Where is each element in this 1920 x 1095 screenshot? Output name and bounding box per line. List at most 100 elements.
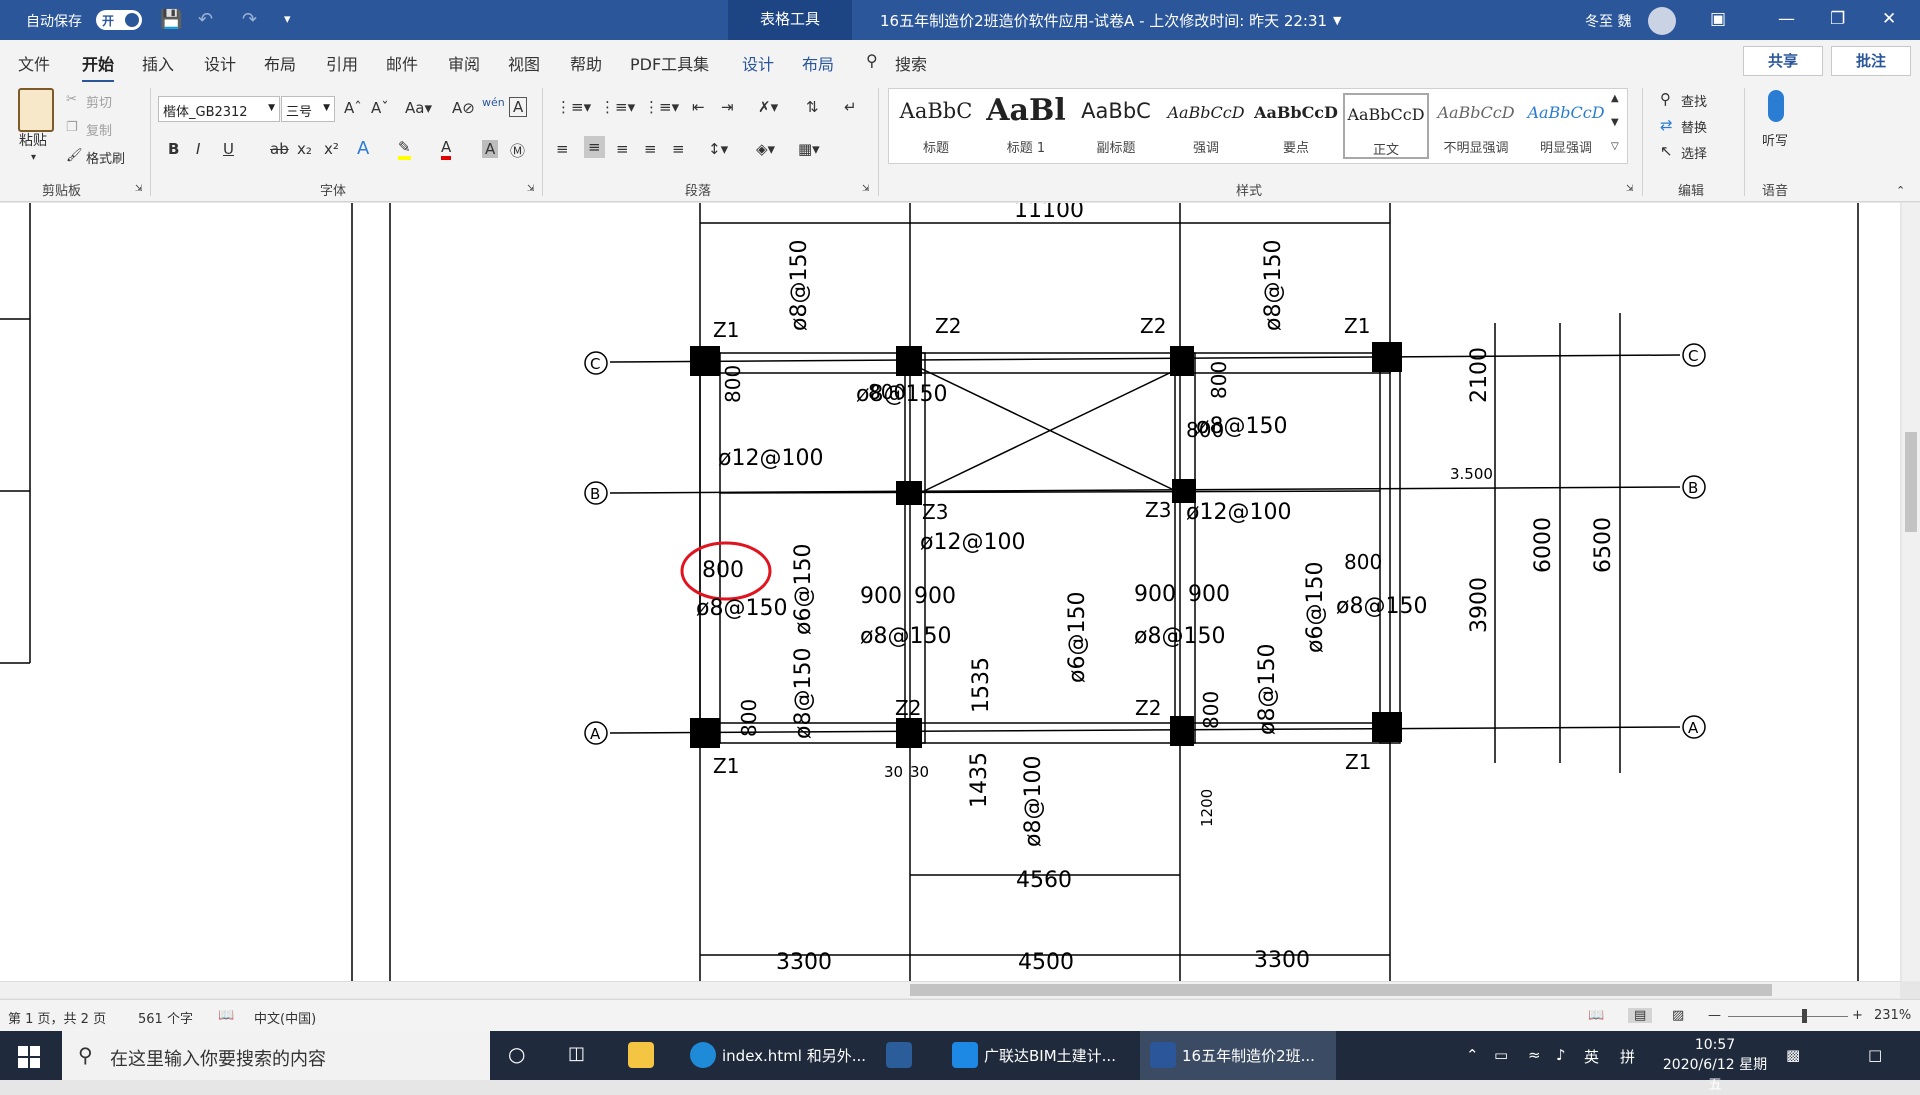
decrease-indent-icon[interactable]: ⇤ <box>692 98 705 116</box>
taskbar-app-edge[interactable]: index.html 和另外... <box>680 1031 870 1080</box>
dictate-button[interactable]: 听写 <box>1762 130 1788 149</box>
web-layout-icon[interactable]: ▨ <box>1672 1008 1684 1023</box>
style-intense-emphasis[interactable]: AaBbCcD 明显强调 <box>1523 93 1609 159</box>
taskbar-app-word[interactable]: 16五年制造价2班... <box>1140 1031 1336 1080</box>
strikethrough-icon[interactable]: ab <box>270 140 289 158</box>
zoom-slider-thumb[interactable] <box>1802 1009 1807 1023</box>
font-name-select[interactable]: 楷体_GB2312 ▼ <box>158 96 280 122</box>
customize-qat-icon[interactable]: ▾ <box>284 12 291 27</box>
copy-button[interactable]: 复制 <box>86 120 112 139</box>
tab-help[interactable]: 帮助 <box>570 51 602 75</box>
underline-icon[interactable]: U <box>223 140 234 158</box>
align-center-icon[interactable]: ≡ <box>584 136 605 158</box>
vertical-scrollbar[interactable] <box>1902 203 1920 981</box>
zoom-slider[interactable] <box>1728 1016 1848 1017</box>
line-spacing-icon[interactable]: ↕▾ <box>708 140 728 158</box>
format-painter-button[interactable]: 格式刷 <box>86 148 125 167</box>
proofing-icon[interactable]: 📖 <box>218 1008 234 1023</box>
font-launcher-icon[interactable]: ⇲ <box>527 184 535 194</box>
comments-button[interactable]: 批注 <box>1831 46 1911 76</box>
taskbar-app-glodon[interactable]: 广联达BIM土建计... <box>942 1031 1132 1080</box>
avatar[interactable] <box>1648 7 1676 35</box>
word-count[interactable]: 561 个字 <box>138 1008 193 1027</box>
windows-start-icon[interactable] <box>18 1046 40 1068</box>
clock[interactable]: 10:57 2020/6/12 星期五 <box>1660 1035 1770 1095</box>
copy-icon[interactable]: ❐ <box>66 120 78 135</box>
restore-icon[interactable]: ❐ <box>1830 9 1845 29</box>
distributed-icon[interactable]: ≡ <box>672 140 685 158</box>
italic-icon[interactable]: I <box>196 140 200 158</box>
style-subtitle[interactable]: AaBbC 副标题 <box>1073 93 1159 159</box>
ime-pinyin[interactable]: 拼 <box>1620 1046 1635 1067</box>
style-title[interactable]: AaBbC 标题 <box>893 93 979 159</box>
superscript-icon[interactable]: x² <box>324 140 339 158</box>
tab-mailings[interactable]: 邮件 <box>386 51 418 75</box>
tab-file[interactable]: 文件 <box>18 51 50 75</box>
battery-icon[interactable]: ▭ <box>1494 1046 1508 1064</box>
align-left-icon[interactable]: ≡ <box>556 140 569 158</box>
align-right-icon[interactable]: ≡ <box>616 140 629 158</box>
borders-icon[interactable]: ▦▾ <box>798 140 820 158</box>
subscript-icon[interactable]: x₂ <box>297 140 312 158</box>
tab-references[interactable]: 引用 <box>326 51 358 75</box>
find-icon[interactable]: ⚲ <box>1660 90 1671 108</box>
zoom-level[interactable]: 231% <box>1874 1008 1911 1023</box>
taskbar-search[interactable]: ⚲ 在这里输入你要搜索的内容 <box>62 1031 490 1080</box>
meet-now-icon[interactable]: ▩ <box>1786 1046 1800 1064</box>
search-box[interactable]: 搜索 <box>895 51 927 75</box>
phonetic-guide-icon[interactable]: wén <box>482 96 505 109</box>
file-explorer-app[interactable] <box>618 1031 668 1080</box>
autosave-toggle[interactable]: 开 <box>96 10 142 30</box>
ime-mode[interactable]: 英 <box>1584 1046 1599 1067</box>
shrink-font-icon[interactable]: Aˇ <box>371 99 389 117</box>
read-mode-icon[interactable]: 📖 <box>1588 1008 1604 1023</box>
tray-overflow-icon[interactable]: ⌃ <box>1466 1046 1479 1064</box>
vertical-scroll-thumb[interactable] <box>1905 432 1917 532</box>
tab-pdf-tools[interactable]: PDF工具集 <box>630 51 709 75</box>
tab-view[interactable]: 视图 <box>508 51 540 75</box>
redo-icon[interactable]: ↷ <box>242 9 257 30</box>
bullets-icon[interactable]: ⋮≡▾ <box>556 98 591 116</box>
font-color-icon[interactable]: A <box>441 138 452 160</box>
clear-formatting-icon[interactable]: A⊘ <box>452 99 475 117</box>
shading-icon[interactable]: ◈▾ <box>756 140 775 158</box>
replace-icon[interactable]: ⇄ <box>1660 116 1673 134</box>
numbering-icon[interactable]: ⋮≡▾ <box>600 98 635 116</box>
document-title[interactable]: 16五年制造价2班造价软件应用-试卷A - 上次修改时间: 昨天 22:31 <box>880 10 1327 31</box>
increase-indent-icon[interactable]: ⇥ <box>721 98 734 116</box>
cut-icon[interactable]: ✂ <box>66 92 77 107</box>
page-count[interactable]: 第 1 页，共 2 页 <box>8 1008 106 1027</box>
ribbon-display-icon[interactable]: ▣ <box>1710 9 1726 29</box>
style-strong[interactable]: AaBbCcD 要点 <box>1253 93 1339 159</box>
share-button[interactable]: 共享 <box>1743 46 1823 76</box>
gallery-down-icon[interactable]: ▼ <box>1611 117 1619 128</box>
sort-icon[interactable]: ⇅ <box>806 98 819 116</box>
character-border-icon[interactable]: A <box>509 97 528 117</box>
search-icon[interactable]: ⚲ <box>866 51 878 70</box>
language[interactable]: 中文(中国) <box>254 1008 316 1027</box>
zoom-out-icon[interactable]: — <box>1708 1008 1721 1023</box>
paragraph-launcher-icon[interactable]: ⇲ <box>862 184 870 194</box>
taskbar-app-cad[interactable] <box>876 1031 936 1080</box>
network-icon[interactable]: ≈ <box>1528 1046 1541 1064</box>
style-subtle-emphasis[interactable]: AaBbCcD 不明显强调 <box>1433 93 1519 159</box>
volume-icon[interactable]: ♪ <box>1556 1046 1566 1064</box>
bold-icon[interactable]: B <box>168 140 179 158</box>
save-icon[interactable]: 💾 <box>160 9 182 30</box>
tab-review[interactable]: 审阅 <box>448 51 480 75</box>
tab-table-layout[interactable]: 布局 <box>802 51 834 75</box>
select-button[interactable]: 选择 <box>1681 143 1707 162</box>
document-page[interactable]: 11100 3300 4500 3300 4560 2100 3900 6000… <box>0 198 1900 981</box>
paste-dropdown-icon[interactable]: ▾ <box>31 152 36 163</box>
show-marks-icon[interactable]: ↵ <box>844 98 857 116</box>
format-painter-icon[interactable]: 🖌 <box>66 148 83 163</box>
style-heading-1[interactable]: AaBl 标题 1 <box>983 93 1069 159</box>
multilevel-list-icon[interactable]: ⋮≡▾ <box>644 98 679 116</box>
print-layout-icon[interactable]: ▤ <box>1628 1008 1653 1023</box>
select-icon[interactable]: ↖ <box>1660 142 1673 160</box>
collapse-ribbon-icon[interactable]: ⌃ <box>1896 184 1905 197</box>
paste-icon[interactable] <box>18 88 54 132</box>
tab-home[interactable]: 开始 <box>82 51 115 83</box>
cortana-icon[interactable]: ○ <box>508 1042 525 1066</box>
grow-font-icon[interactable]: Aˆ <box>344 99 362 117</box>
